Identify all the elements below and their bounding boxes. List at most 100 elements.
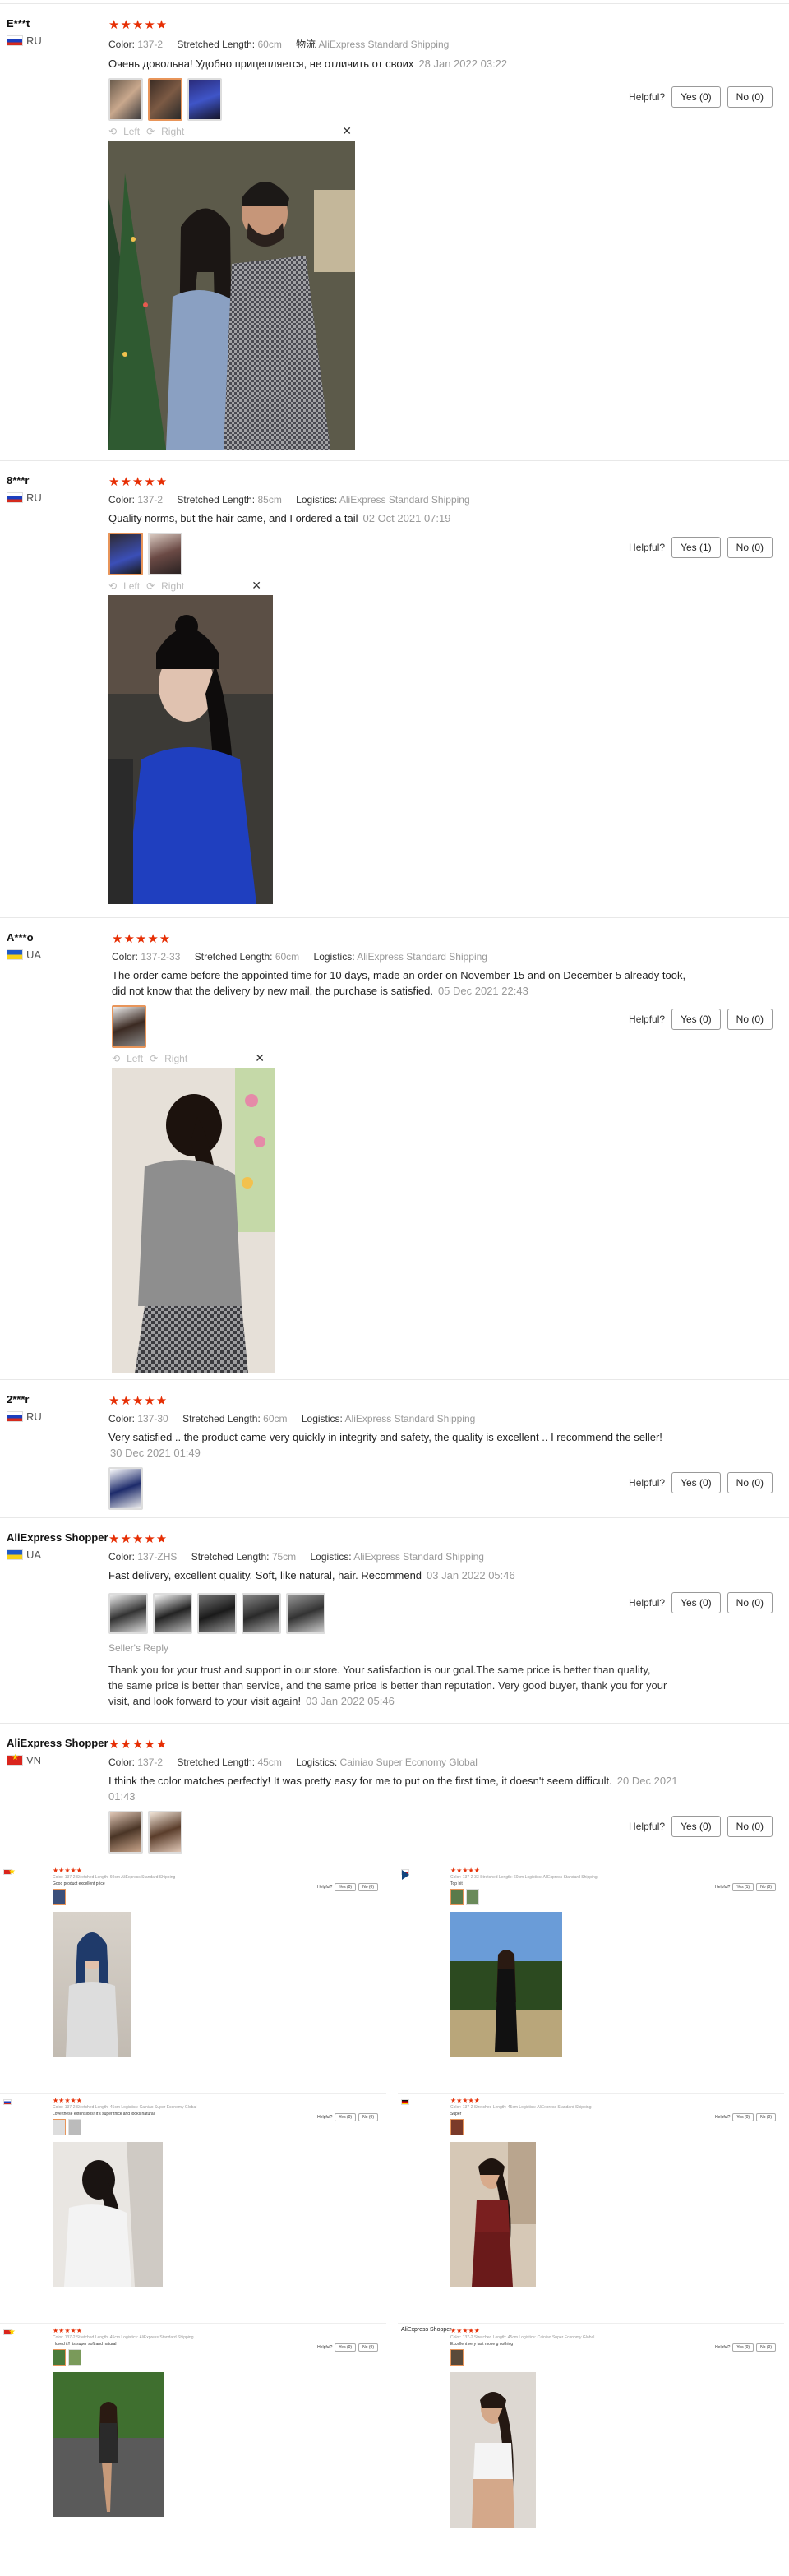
photo-thumbnail[interactable] <box>450 1889 464 1905</box>
photo-image <box>108 595 273 904</box>
helpful-no-button[interactable]: No (0) <box>727 1816 773 1837</box>
star-rating: ★★★★★ <box>108 1532 168 1546</box>
review-meta: Color: 137-2 Stretched Length: 45cm Logi… <box>450 2335 595 2340</box>
photo-thumbnail[interactable] <box>53 2119 66 2135</box>
photo-thumbnail[interactable] <box>108 1593 148 1634</box>
rotate-left-icon[interactable]: ⟲ <box>108 580 117 592</box>
photo-thumbnail[interactable] <box>108 533 143 575</box>
country-code: UA <box>26 1549 42 1561</box>
review-item-compact: ★★★★★ Color: 137-2 Stretched Length: 60c… <box>0 1863 386 2084</box>
seller-reply-label: Seller's Reply <box>108 1642 168 1654</box>
review-item-compact: ★★★★★ Color: 137-2 Stretched Length: 45c… <box>398 2093 784 2315</box>
photo-thumbnail[interactable] <box>466 1889 479 1905</box>
photo-image <box>108 141 355 450</box>
rotate-right-icon[interactable]: ⟳ <box>150 1053 158 1064</box>
review-meta: Color: 137-ZHS Stretched Length: 75cm Lo… <box>108 1551 484 1563</box>
helpful-no-button[interactable]: No (0) <box>727 537 773 558</box>
user-name: AliExpress Shopper <box>7 1737 108 1749</box>
helpful-yes-button[interactable]: Yes (0) <box>732 2113 754 2121</box>
close-icon[interactable]: ✕ <box>342 124 352 138</box>
review-text: Very satisfied .. the product came very … <box>108 1431 662 1459</box>
star-rating: ★★★★★ <box>450 2097 480 2104</box>
reply-date: 03 Jan 2022 05:46 <box>306 1695 394 1707</box>
photo-thumbnail[interactable] <box>68 2119 81 2135</box>
rotate-right-icon[interactable]: ⟳ <box>146 126 155 137</box>
helpful-yes-button[interactable]: Yes (0) <box>335 2343 357 2352</box>
photo-thumbnails <box>108 1811 700 1854</box>
helpful-no-button[interactable]: No (0) <box>358 2343 378 2352</box>
helpful-no-button[interactable]: No (0) <box>358 2113 378 2121</box>
photo-thumbnail[interactable] <box>148 533 182 575</box>
helpful-controls: Helpful? Yes (0) No (0) <box>629 1816 773 1837</box>
photo-thumbnail[interactable] <box>148 1811 182 1854</box>
helpful-no-button[interactable]: No (0) <box>727 1472 773 1493</box>
helpful-no-button[interactable]: No (0) <box>727 1009 773 1030</box>
rotate-right-icon[interactable]: ⟳ <box>146 580 155 592</box>
helpful-controls: Helpful? Yes (1) No (0) <box>629 537 773 558</box>
photo-thumbnail[interactable] <box>197 1593 237 1634</box>
photo-thumbnail[interactable] <box>108 78 143 121</box>
photo-thumbnails <box>108 1467 717 1510</box>
helpful-yes-button[interactable]: Yes (0) <box>335 2113 357 2121</box>
star-rating: ★★★★★ <box>53 2097 82 2104</box>
review-item-compact: AliExpress Shopper ★★★★★ Color: 137-2 St… <box>398 2323 784 2545</box>
review-item: 2***r RU ★★★★★ Color: 137-30 Stretched L… <box>0 1379 789 1517</box>
photo-thumbnail[interactable] <box>112 1005 146 1048</box>
close-icon[interactable]: ✕ <box>251 579 261 593</box>
helpful-controls: Helpful? Yes (0) No (0) <box>629 86 773 108</box>
review-meta: Color: 137-2 Stretched Length: 45cm Logi… <box>53 2335 194 2340</box>
review-date: 03 Jan 2022 05:46 <box>427 1569 515 1581</box>
flag-icon <box>401 2099 409 2105</box>
review-date: 30 Dec 2021 01:49 <box>110 1447 201 1459</box>
helpful-yes-button[interactable]: Yes (0) <box>732 2343 754 2352</box>
rotate-left-icon[interactable]: ⟲ <box>112 1053 120 1064</box>
review-item-compact: ★★★★★ Color: 137-2 Stretched Length: 45c… <box>0 2093 386 2315</box>
flag-icon <box>7 949 23 960</box>
helpful-no-button[interactable]: No (0) <box>358 1883 378 1891</box>
helpful-yes-button[interactable]: Yes (0) <box>335 1883 357 1891</box>
photo-thumbnail[interactable] <box>450 2349 464 2366</box>
helpful-yes-button[interactable]: Yes (1) <box>671 537 721 558</box>
photo-thumbnail[interactable] <box>286 1593 325 1634</box>
photo-thumbnail[interactable] <box>450 2119 464 2135</box>
photo-thumbnail[interactable] <box>108 1811 143 1854</box>
user-name: 8***r <box>7 474 30 487</box>
review-item: AliExpress Shopper VN ★★★★★ Color: 137-2… <box>0 1723 789 1863</box>
helpful-no-button[interactable]: No (0) <box>727 1592 773 1613</box>
star-rating: ★★★★★ <box>108 475 168 489</box>
helpful-no-button[interactable]: No (0) <box>756 1883 776 1891</box>
photo-thumbnail[interactable] <box>68 2349 81 2366</box>
user-name: A***o <box>7 931 34 944</box>
country-code: RU <box>26 1410 42 1423</box>
review-photo <box>450 2372 536 2528</box>
review-text: Очень довольна! Удобно прицепляется, не … <box>108 58 508 70</box>
close-icon[interactable]: ✕ <box>255 1051 265 1065</box>
user-name: AliExpress Shopper <box>401 2327 452 2333</box>
helpful-no-button[interactable]: No (0) <box>727 86 773 108</box>
review-photo <box>108 141 355 450</box>
helpful-yes-button[interactable]: Yes (0) <box>671 1592 721 1613</box>
helpful-yes-button[interactable]: Yes (0) <box>671 1009 721 1030</box>
helpful-yes-button[interactable]: Yes (1) <box>732 1883 754 1891</box>
helpful-yes-button[interactable]: Yes (0) <box>671 1472 721 1493</box>
photo-thumbnail[interactable] <box>153 1593 192 1634</box>
helpful-yes-button[interactable]: Yes (0) <box>671 86 721 108</box>
helpful-no-button[interactable]: No (0) <box>756 2113 776 2121</box>
photo-thumbnails <box>112 1005 687 1048</box>
photo-thumbnail[interactable] <box>53 2349 66 2366</box>
photo-thumbnail[interactable] <box>108 1467 143 1510</box>
review-meta: Color: 137-2 Stretched Length: 45cm Logi… <box>53 2105 197 2110</box>
review-meta: Color: 137-2 Stretched Length: 45cm Logi… <box>450 2105 592 2110</box>
photo-thumbnail[interactable] <box>242 1593 281 1634</box>
photo-thumbnail[interactable] <box>53 1889 66 1905</box>
helpful-yes-button[interactable]: Yes (0) <box>671 1816 721 1837</box>
photo-thumbnail[interactable] <box>187 78 222 121</box>
photo-thumbnail[interactable] <box>148 78 182 121</box>
flag-icon <box>7 1753 23 1766</box>
rotate-left-icon[interactable]: ⟲ <box>108 126 117 137</box>
reviews-page: E***t RU ★★★★★ Color: 137-2 Stretched Le… <box>0 0 789 2576</box>
helpful-controls: Helpful? Yes (0) No (0) <box>629 1009 773 1030</box>
helpful-no-button[interactable]: No (0) <box>756 2343 776 2352</box>
flag-icon <box>3 2099 12 2105</box>
review-meta: Color: 137-2-33 Stretched Length: 60cm L… <box>450 1875 598 1880</box>
